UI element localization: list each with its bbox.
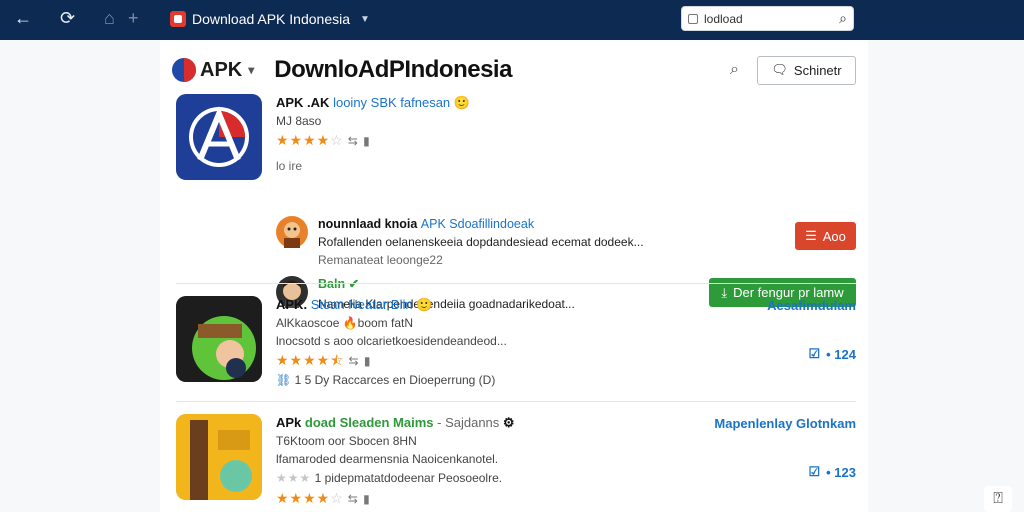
checkbox-icon: ☑ — [808, 464, 821, 479]
search-icon[interactable]: ⌕ — [730, 61, 739, 79]
chevron-down-icon[interactable]: ▼ — [360, 14, 370, 25]
back-arrow-icon[interactable]: ← — [14, 8, 32, 29]
page-content: APK ▾ DownloAdPIndonesia ⌕ 🗨 Schinetr AP… — [160, 40, 868, 512]
list-item[interactable]: APk doad Sleaden Maims - Sajdanns ⚙ T6Kt… — [176, 414, 856, 506]
developer-link[interactable]: Mapenlenlay Glotnkam — [714, 416, 856, 431]
app-icon[interactable] — [176, 414, 262, 500]
app-subtitle: T6Ktoom oor Sbocen 8HN — [276, 434, 417, 448]
list-item[interactable]: APK .AK looiny SBK fafnesan 🙂 MJ 8aso ★★… — [176, 94, 856, 311]
app-meta: APk doad Sleaden Maims - Sajdanns ⚙ T6Kt… — [276, 414, 696, 509]
app-meta: APK. Stoan Neatar Blin 🙂 AlKkaoscoe 🔥boo… — [276, 296, 696, 389]
header-action-button[interactable]: 🗨 Schinetr — [757, 55, 856, 85]
new-tab-icon[interactable]: + — [128, 8, 139, 29]
home-icon[interactable]: ⌂ — [104, 8, 115, 29]
refresh-icon[interactable]: ⟳ — [60, 8, 75, 29]
avatar[interactable] — [276, 216, 308, 248]
chevron-down-icon[interactable]: ▾ — [248, 63, 254, 77]
rating-stars: ★★★★⯪ ⇆ ▮ — [276, 352, 372, 368]
app-meta: APK .AK looiny SBK fafnesan 🙂 MJ 8aso ★★… — [276, 94, 696, 175]
site-favicon-icon — [170, 11, 186, 27]
help-icon[interactable]: ⍰ — [984, 486, 1012, 512]
list-item[interactable]: APK. Stoan Neatar Blin 🙂 AlKkaoscoe 🔥boo… — [176, 296, 856, 388]
app-description: lnocsotd s aoo olcarietkoesidendeandeod.… — [276, 334, 507, 348]
emoji-icon: 🙂 — [416, 297, 433, 312]
checkbox-icon: ☑ — [808, 346, 821, 361]
search-input[interactable] — [704, 11, 824, 26]
brand-logo[interactable]: APK ▾ — [172, 58, 254, 82]
chat-icon: 🗨 — [771, 62, 788, 77]
review-meta: Remanateat leoonge22 — [318, 253, 443, 267]
share-icon: ⇆ ▮ — [347, 492, 371, 506]
download-count: ☑ • 124 — [808, 346, 856, 362]
settings-icon: ⚙ — [502, 415, 515, 430]
app-title[interactable]: APk — [276, 415, 301, 430]
app-title-tail: - Sajdanns — [437, 415, 500, 430]
add-button[interactable]: ☰ Aoo — [795, 222, 856, 250]
review-item: nounnlaad knoia APK Sdoafillindoeak Rofa… — [276, 216, 856, 267]
share-icon: ⇆ ▮ — [348, 354, 372, 368]
developer-link[interactable]: Aesafimdulam — [767, 298, 856, 313]
app-title-extra: doad Sleaden Maims — [304, 415, 434, 430]
app-title-extra: Stoan Neatar Blin — [310, 297, 413, 312]
review-body: Rofallenden oelanenskeeia dopdandesiead … — [318, 235, 644, 249]
app-subtitle: AlKkaoscoe 🔥boom fatN — [276, 316, 414, 330]
rating-stars: ★★★★☆ ⇆ ▮ — [276, 490, 371, 506]
browser-search-box[interactable]: ⌕ — [681, 6, 854, 31]
review-author[interactable]: nounnlaad knoia — [318, 217, 417, 231]
app-description-2: ★★★ 1 pidepmatatdodeenar Peosoeolre. — [276, 471, 503, 485]
review-app: APK Sdoafillindoeak — [420, 217, 535, 231]
header-action-label: Schinetr — [793, 62, 842, 78]
list-icon: ☰ — [805, 228, 817, 243]
apk-logo-icon — [172, 58, 196, 82]
app-title-extra: looiny SBK fafnesan — [333, 95, 451, 110]
browser-toolbar: ← ⟳ ⌂ + Download APK Indonesia ▼ ⌕ — [0, 0, 1024, 40]
app-title[interactable]: APK .AK — [276, 95, 329, 110]
app-extra-line: lo ire — [276, 159, 303, 173]
rating-stars: ★★★★☆ ⇆ ▮ — [276, 132, 371, 148]
app-icon[interactable] — [176, 94, 262, 180]
app-extra-line: ⛓ 1 5 Dy Raccarces en Dioeperrung (D) — [276, 373, 496, 387]
search-prefix-icon — [688, 13, 698, 24]
download-count: ☑ • 123 — [808, 464, 856, 480]
review-author[interactable]: Baln — [318, 277, 345, 291]
page-title: DownloAdPIndonesia — [274, 56, 512, 83]
divider — [176, 283, 856, 284]
app-title[interactable]: APK. — [276, 297, 307, 312]
add-button-label: Aoo — [822, 228, 846, 244]
verified-icon: ✔ — [348, 277, 360, 291]
link-icon: ⛓ — [276, 373, 292, 387]
search-icon[interactable]: ⌕ — [839, 10, 847, 27]
app-description: lfamaroded dearmensnia Naoicenkanotel. — [276, 452, 499, 466]
brand-label: APK — [200, 58, 243, 81]
tab-title: Download APK Indonesia — [192, 11, 350, 27]
share-icon: ⇆ ▮ — [347, 134, 371, 148]
divider — [176, 401, 856, 402]
emoji-icon: 🙂 — [453, 95, 470, 110]
browser-tab[interactable]: Download APK Indonesia ▼ — [170, 9, 370, 29]
app-icon[interactable] — [176, 296, 262, 382]
site-header: APK ▾ DownloAdPIndonesia ⌕ 🗨 Schinetr — [172, 54, 856, 86]
app-subtitle: MJ 8aso — [276, 114, 322, 128]
